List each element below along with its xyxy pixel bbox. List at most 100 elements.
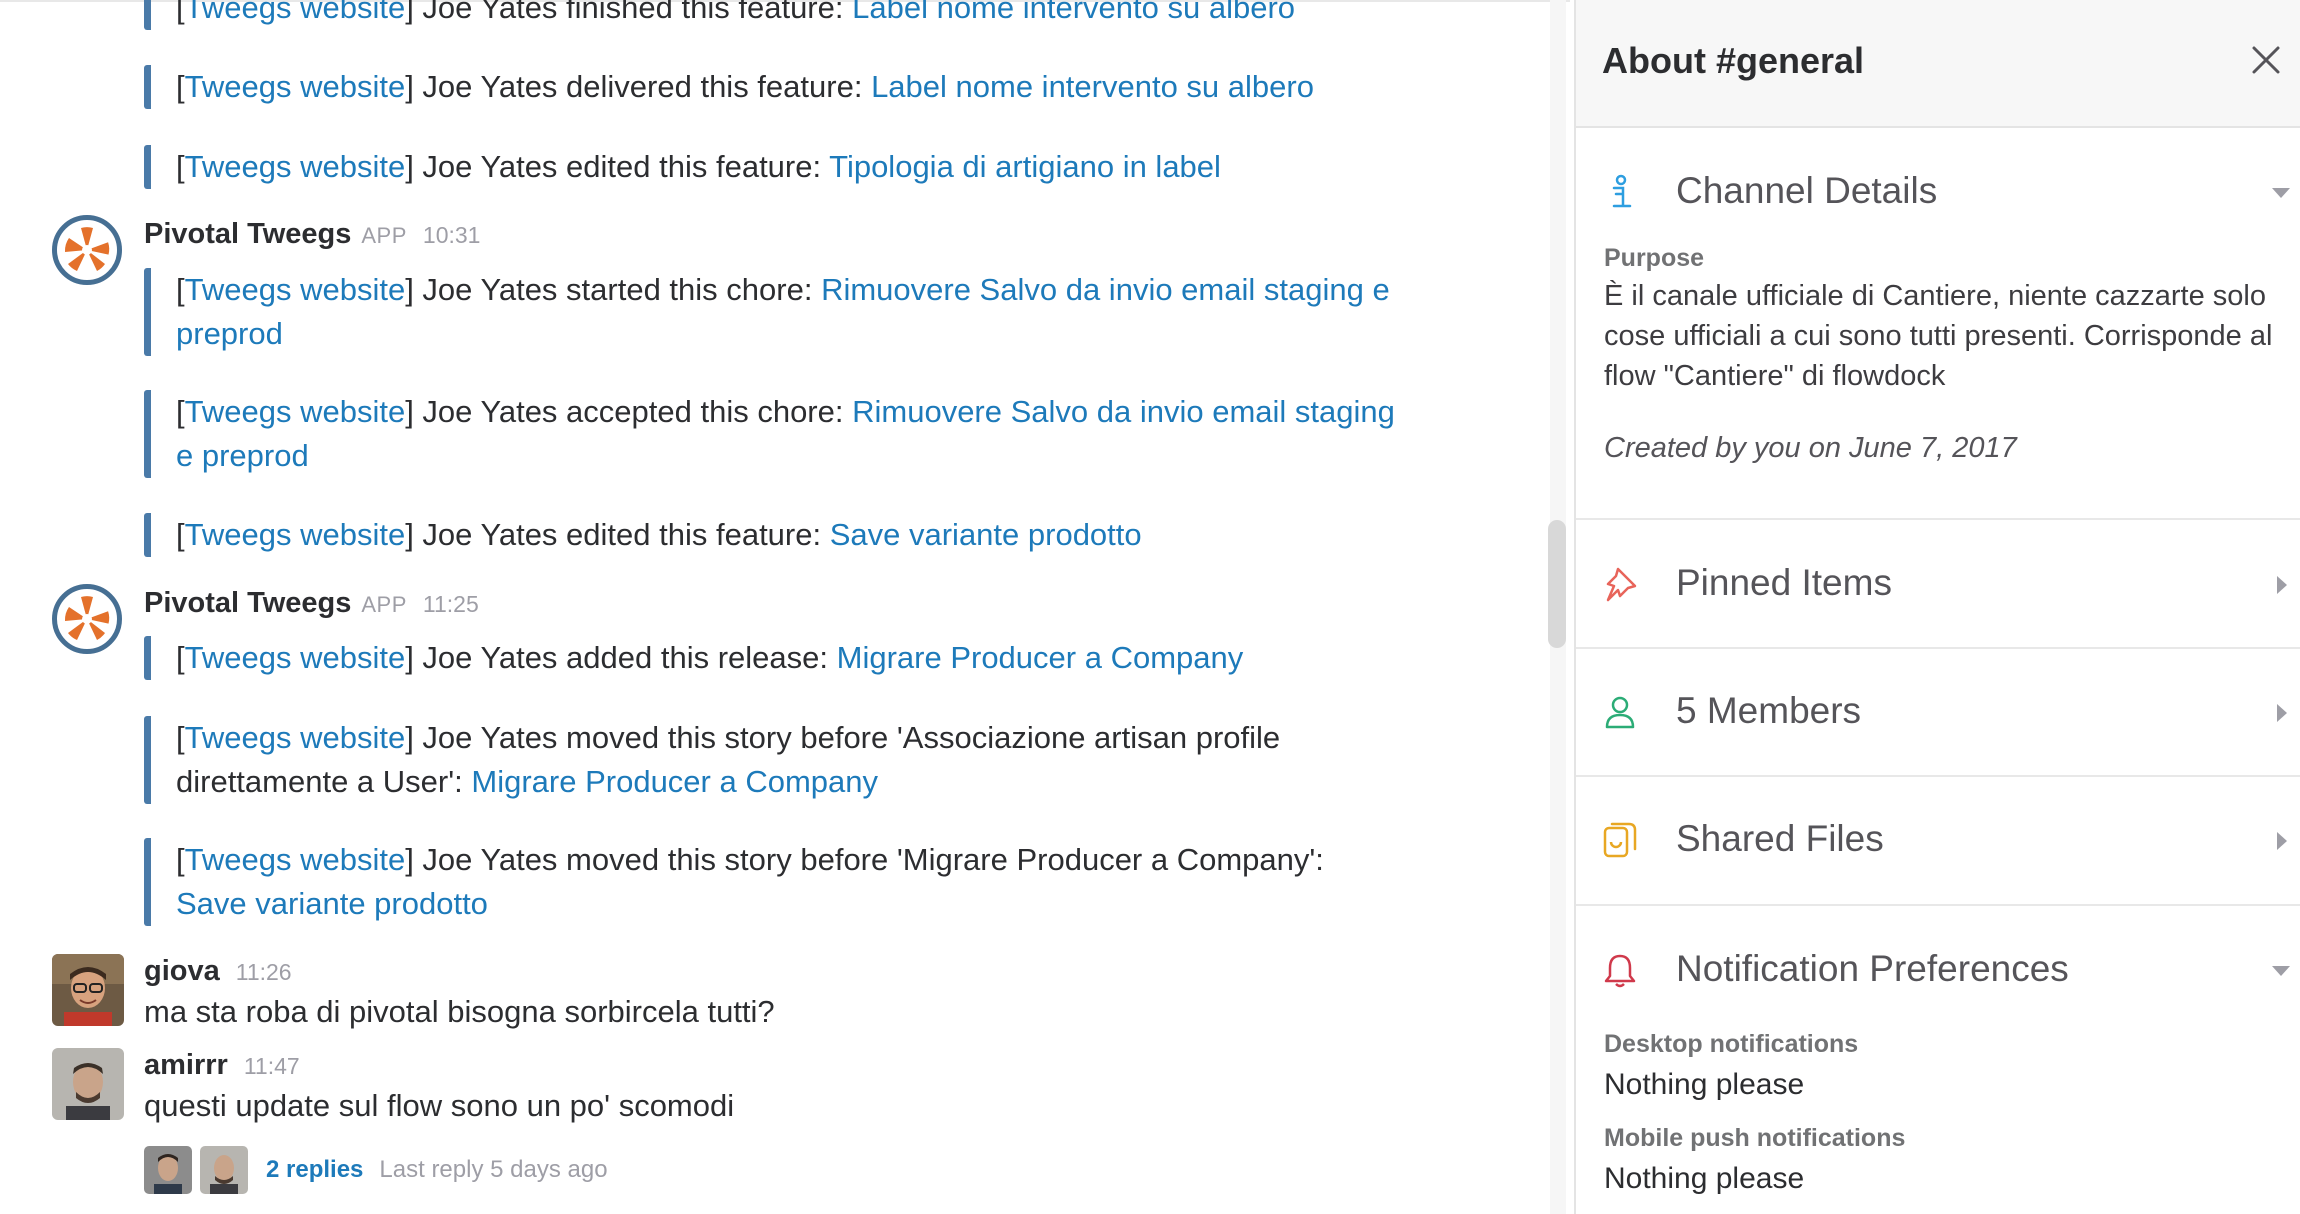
chevron-right-icon [2277,704,2287,722]
story-link[interactable]: Migrare Producer a Company [471,764,878,799]
reply-avatar [144,1146,192,1194]
last-reply-text: Last reply 5 days ago [379,1156,608,1183]
attachment-text: Joe Yates moved this story before 'Migra… [413,842,1324,877]
user-avatar-amirrr[interactable] [52,1048,124,1120]
notification-preferences-toggle[interactable]: Notification Preferences [1602,942,2290,998]
message-pane: [Tweegs website] Joe Yates finished this… [0,0,1570,1214]
user-photo-icon [52,1048,124,1120]
timestamp[interactable]: 11:47 [244,1053,300,1079]
thread-summary[interactable]: 2 replies Last reply 5 days ago [144,1146,608,1194]
channel-details-sidebar: About #general Channel Details Purpose È… [1574,0,2300,1214]
attachment-text: Joe Yates finished this feature: [413,0,853,25]
attachment: [Tweegs website] Joe Yates delivered thi… [144,65,1314,109]
story-link[interactable]: Label nome intervento su albero [852,0,1295,25]
members-toggle[interactable]: 5 Members [1602,684,2287,740]
sender-name[interactable]: amirrr [144,1049,228,1081]
purpose-label: Purpose [1604,244,1705,272]
story-link[interactable]: Save variante prodotto [176,886,488,921]
app-badge: APP [361,223,407,248]
attachment-project-link[interactable]: Tweegs website [185,640,406,675]
message-header: Pivotal Tweegs APP 11:25 [144,587,479,620]
user-photo-icon [52,954,124,1026]
section-label: Notification Preferences [1676,948,2069,989]
pivotal-logo-icon [63,226,111,274]
app-badge: APP [361,592,407,617]
story-link[interactable]: Rimuovere Salvo da invio email staging e [821,272,1390,307]
attachment-text: Joe Yates added this release: [413,640,837,675]
chevron-down-icon [2272,966,2290,976]
attachment: [Tweegs website] Joe Yates accepted this… [144,390,1395,478]
channel-details-toggle[interactable]: Channel Details [1602,164,2290,220]
attachment: [Tweegs website] Joe Yates edited this f… [144,145,1221,189]
message-text: questi update sul flow sono un po' scomo… [144,1088,735,1123]
mobile-notifications-label: Mobile push notifications [1604,1124,1906,1152]
mobile-notifications-value[interactable]: Nothing please [1604,1162,1804,1196]
timestamp[interactable]: 11:25 [423,591,479,617]
attachment-project-link[interactable]: Tweegs website [185,69,406,104]
attachment-text: Joe Yates edited this feature: [413,517,830,552]
attachment-text: Joe Yates accepted this chore: [413,394,853,429]
story-link[interactable]: Label nome intervento su albero [871,69,1314,104]
section-label: 5 Members [1676,690,1862,731]
scrollbar[interactable] [1548,520,1566,648]
section-label: Shared Files [1676,818,1884,859]
story-link[interactable]: Tipologia di artigiano in label [829,149,1221,184]
attachment-project-link[interactable]: Tweegs website [185,272,406,307]
section-label: Channel Details [1676,170,1938,211]
attachment-text: Joe Yates moved this story before 'Assoc… [413,720,1281,755]
sender-name[interactable]: Pivotal Tweegs [144,218,351,250]
chevron-down-icon [2272,188,2290,198]
divider [1576,647,2300,649]
message-header: Pivotal Tweegs APP 10:31 [144,218,480,251]
shared-files-toggle[interactable]: Shared Files [1602,812,2287,868]
pivotal-logo-icon [63,595,111,643]
desktop-notifications-value[interactable]: Nothing please [1604,1068,1804,1102]
story-link[interactable]: Rimuovere Salvo da invio email staging [852,394,1395,429]
attachment: [Tweegs website] Joe Yates added this re… [144,636,1243,680]
divider [1576,775,2300,777]
sidebar-header: About #general [1576,0,2300,128]
pinned-items-toggle[interactable]: Pinned Items [1602,556,2287,612]
story-link-continued[interactable]: preprod [176,316,283,351]
attachment-project-link[interactable]: Tweegs website [185,842,406,877]
message-header: giova 11:26 [144,955,292,988]
attachment-project-link[interactable]: Tweegs website [185,394,406,429]
chevron-right-icon [2277,832,2287,850]
attachment-project-link[interactable]: Tweegs website [185,517,406,552]
sender-name[interactable]: Pivotal Tweegs [144,587,351,619]
attachment-project-link[interactable]: Tweegs website [185,149,406,184]
attachment-text: Joe Yates delivered this feature: [413,69,872,104]
user-avatar-giova[interactable] [52,954,124,1026]
attachment-text-continued: direttamente a User': [176,764,472,799]
attachment-project-link[interactable]: Tweegs website [185,0,406,25]
section-label: Pinned Items [1676,562,1892,603]
attachment-text: Joe Yates started this chore: [413,272,822,307]
timestamp[interactable]: 11:26 [236,959,292,985]
timestamp[interactable]: 10:31 [423,222,481,248]
attachment-project-link[interactable]: Tweegs website [185,720,406,755]
pivotal-avatar[interactable] [52,215,122,285]
purpose-text: È il canale ufficiale di Cantiere, nient… [1604,280,2273,392]
pin-icon [1606,567,1637,602]
info-icon [1612,174,1632,208]
created-by-text: Created by you on June 7, 2017 [1604,432,2017,464]
replies-link[interactable]: 2 replies [266,1156,363,1184]
story-link[interactable]: Save variante prodotto [830,517,1142,552]
divider [1576,904,2300,906]
attachment-text: Joe Yates edited this feature: [413,149,830,184]
person-icon [1605,696,1635,729]
files-icon [1603,822,1637,858]
attachment: [Tweegs website] Joe Yates moved this st… [144,838,1324,926]
attachment: [Tweegs website] Joe Yates started this … [144,268,1390,356]
divider [1576,518,2300,520]
message-header: amirrr 11:47 [144,1049,300,1082]
close-icon[interactable] [2246,40,2286,80]
story-link[interactable]: Migrare Producer a Company [837,640,1244,675]
pivotal-avatar[interactable] [52,584,122,654]
attachment: [Tweegs website] Joe Yates edited this f… [144,513,1142,557]
sender-name[interactable]: giova [144,955,220,987]
chevron-right-icon [2277,576,2287,594]
story-link-continued[interactable]: e preprod [176,438,309,473]
sidebar-title: About #general [1602,40,1865,81]
attachment: [Tweegs website] Joe Yates moved this st… [144,716,1280,804]
